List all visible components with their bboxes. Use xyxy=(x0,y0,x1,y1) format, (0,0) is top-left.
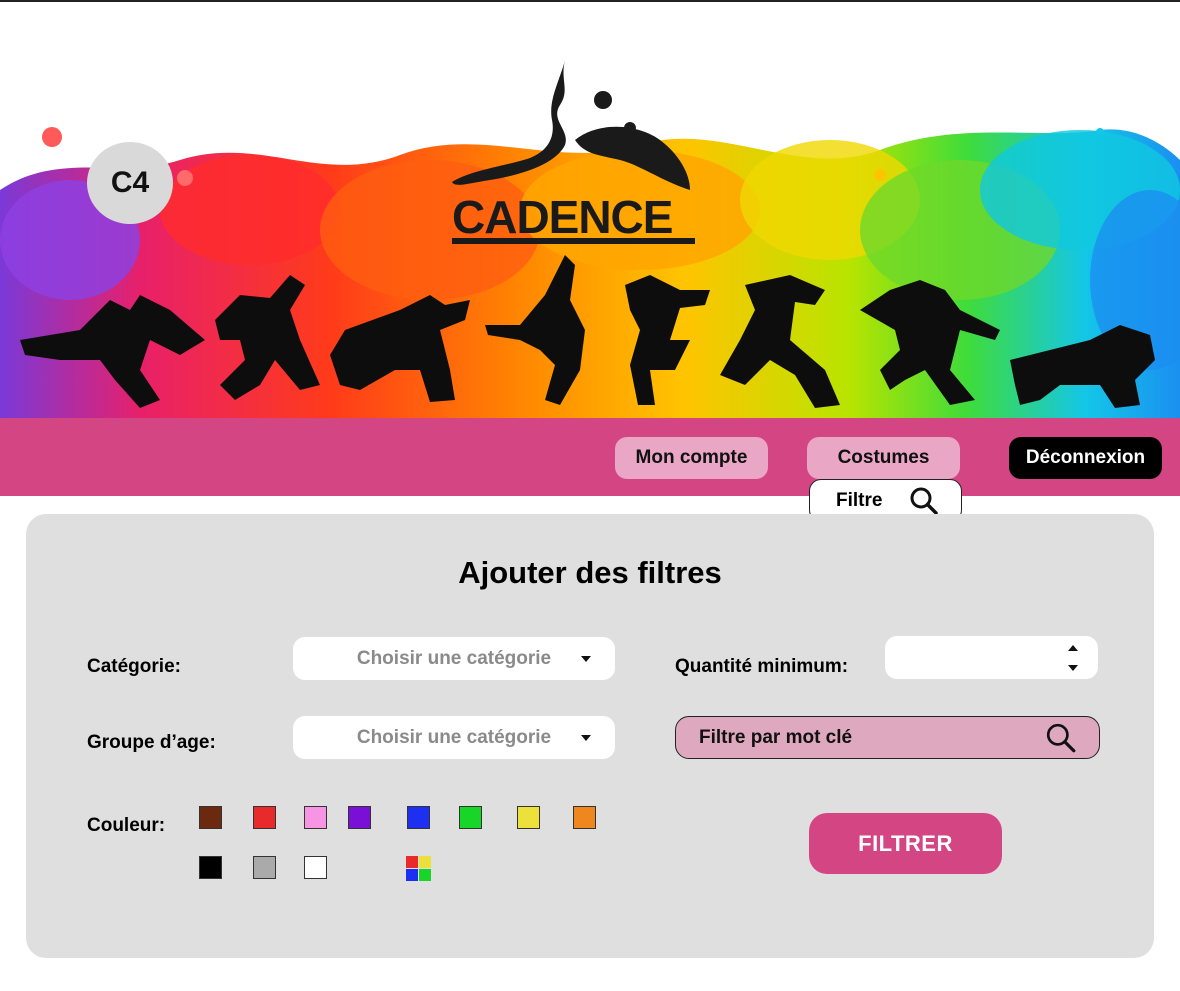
color-swatch[interactable] xyxy=(459,806,482,829)
keyword-search-label: Filtre par mot clé xyxy=(699,726,853,748)
age-group-select-placeholder: Choisir une catégorie xyxy=(356,726,552,748)
filter-tab-label: Filtre xyxy=(836,489,883,511)
multicolor-quadrant xyxy=(406,869,418,881)
category-select-placeholder: Choisir une catégorie xyxy=(356,647,552,669)
multicolor-quadrant xyxy=(419,869,431,881)
costumes-button[interactable]: Costumes xyxy=(807,437,960,479)
banner: CADENCE C4 xyxy=(0,40,1180,418)
color-swatch[interactable] xyxy=(199,806,222,829)
chevron-down-icon xyxy=(581,735,591,741)
search-icon xyxy=(910,487,938,515)
account-button[interactable]: Mon compte xyxy=(615,437,768,479)
multicolor-quadrant xyxy=(406,856,418,868)
age-group-select[interactable]: Choisir une catégorie xyxy=(293,716,615,759)
chevron-down-icon xyxy=(581,656,591,662)
color-swatch[interactable] xyxy=(348,806,371,829)
color-swatch[interactable] xyxy=(304,806,327,829)
color-swatch[interactable] xyxy=(253,856,276,879)
logo-text: CADENCE xyxy=(452,191,672,243)
quantity-stepper[interactable] xyxy=(885,636,1098,679)
color-swatch[interactable] xyxy=(199,856,222,879)
nav-bar xyxy=(0,418,1180,496)
multicolor-quadrant xyxy=(419,856,431,868)
color-label: Couleur: xyxy=(87,815,166,836)
top-border xyxy=(0,0,1180,2)
stepper-up-icon[interactable] xyxy=(1068,645,1078,651)
user-avatar-badge: C4 xyxy=(87,142,173,224)
stepper-down-icon[interactable] xyxy=(1068,665,1078,671)
color-swatch[interactable] xyxy=(517,806,540,829)
color-swatch[interactable] xyxy=(304,856,327,879)
age-group-label: Groupe d’age: xyxy=(87,732,216,753)
color-swatch[interactable] xyxy=(407,806,430,829)
color-swatch[interactable] xyxy=(573,806,596,829)
panel-title: Ajouter des filtres xyxy=(458,555,722,590)
paint-splash-illustration: CADENCE xyxy=(0,60,1180,418)
category-label: Catégorie: xyxy=(87,656,181,677)
multicolor-swatch[interactable] xyxy=(406,856,431,881)
category-select[interactable]: Choisir une catégorie xyxy=(293,637,615,680)
logout-button[interactable]: Déconnexion xyxy=(1009,437,1162,479)
filter-submit-button[interactable]: FILTRER xyxy=(809,813,1002,874)
color-swatch[interactable] xyxy=(253,806,276,829)
quantity-label: Quantité minimum: xyxy=(675,656,849,677)
search-icon[interactable] xyxy=(1045,722,1077,754)
keyword-search-input[interactable]: Filtre par mot clé xyxy=(675,716,1100,759)
